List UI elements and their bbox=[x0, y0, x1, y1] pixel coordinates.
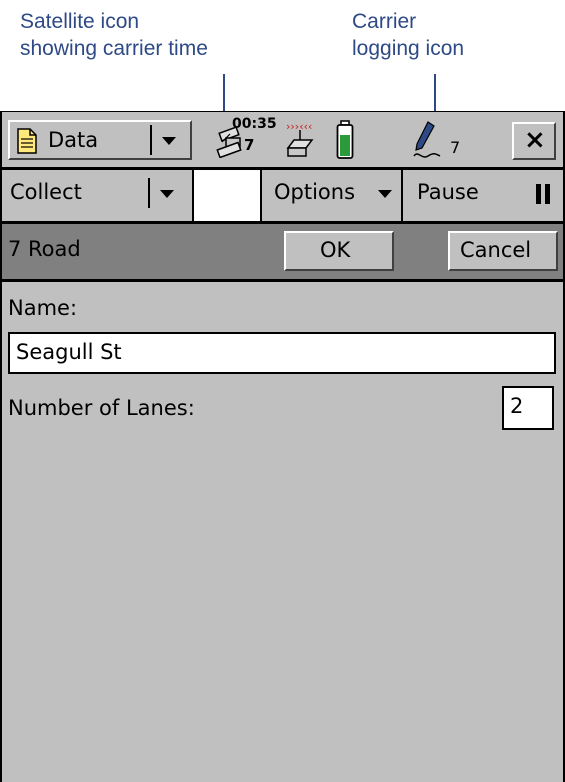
name-input-value: Seagull St bbox=[16, 340, 122, 364]
lanes-field-label: Number of Lanes: bbox=[8, 396, 195, 420]
blank-field bbox=[194, 170, 260, 221]
pause-label: Pause bbox=[417, 180, 479, 204]
carrier-logging-status[interactable]: 7 bbox=[408, 118, 472, 164]
data-menu-label: Data bbox=[48, 128, 99, 152]
name-input[interactable]: Seagull St bbox=[8, 332, 556, 374]
pen-logging-icon bbox=[413, 121, 441, 158]
close-icon: × bbox=[524, 125, 546, 155]
dropdown-arrow-icon bbox=[160, 190, 174, 198]
satellite-count: 7 bbox=[244, 136, 255, 154]
feature-bar: 7 Road OK Cancel bbox=[2, 221, 563, 282]
toolbar-divider bbox=[260, 170, 262, 221]
feature-name: 7 Road bbox=[8, 237, 81, 261]
lanes-input-value: 2 bbox=[510, 394, 524, 418]
radio-signal-icon[interactable]: ›››‹‹‹ bbox=[282, 120, 318, 158]
close-button[interactable]: × bbox=[512, 122, 556, 160]
logging-callout: Carrier logging icon bbox=[352, 8, 552, 62]
name-field-label: Name: bbox=[8, 296, 78, 320]
cancel-button[interactable]: Cancel bbox=[448, 231, 558, 271]
pause-icon bbox=[536, 184, 550, 204]
cancel-label: Cancel bbox=[460, 238, 532, 262]
data-menu-button[interactable]: Data bbox=[8, 120, 192, 160]
status-bar: Data 00:35 7 ›››‹‹‹ 7 × bbox=[2, 111, 563, 167]
battery-icon[interactable] bbox=[336, 120, 354, 160]
document-icon bbox=[17, 128, 37, 154]
satellite-callout: Satellite icon showing carrier time bbox=[20, 8, 260, 62]
collect-menu-divider bbox=[148, 178, 150, 208]
options-label: Options bbox=[274, 180, 356, 204]
lanes-input[interactable]: 2 bbox=[502, 386, 554, 430]
dropdown-arrow-icon bbox=[378, 190, 392, 198]
options-button[interactable]: Options bbox=[264, 172, 398, 216]
carrier-time: 00:35 bbox=[232, 116, 277, 132]
logging-callout-line1: Carrier bbox=[352, 10, 417, 33]
attribute-form: Name: Seagull St Number of Lanes: 2 bbox=[2, 282, 563, 782]
logging-count: 7 bbox=[450, 138, 461, 157]
satellite-status[interactable]: 00:35 7 bbox=[214, 116, 278, 164]
logging-callout-line2: logging icon bbox=[352, 37, 465, 60]
ok-button[interactable]: OK bbox=[284, 231, 394, 271]
toolbar: Collect Options Pause bbox=[2, 167, 563, 221]
satellite-callout-line1: Satellite icon bbox=[20, 10, 140, 33]
device-screen: Data 00:35 7 ›››‹‹‹ 7 × Collect Options … bbox=[0, 111, 565, 782]
toolbar-divider bbox=[401, 170, 403, 221]
satellite-callout-line2: showing carrier time bbox=[20, 37, 208, 60]
pause-button[interactable]: Pause bbox=[405, 172, 561, 216]
collect-label: Collect bbox=[10, 180, 82, 204]
collect-menu-button[interactable]: Collect bbox=[6, 172, 192, 216]
ok-label: OK bbox=[320, 238, 351, 262]
svg-text:›››‹‹‹: ›››‹‹‹ bbox=[286, 120, 312, 133]
dropdown-arrow-icon bbox=[162, 137, 176, 145]
data-menu-divider bbox=[150, 125, 152, 155]
